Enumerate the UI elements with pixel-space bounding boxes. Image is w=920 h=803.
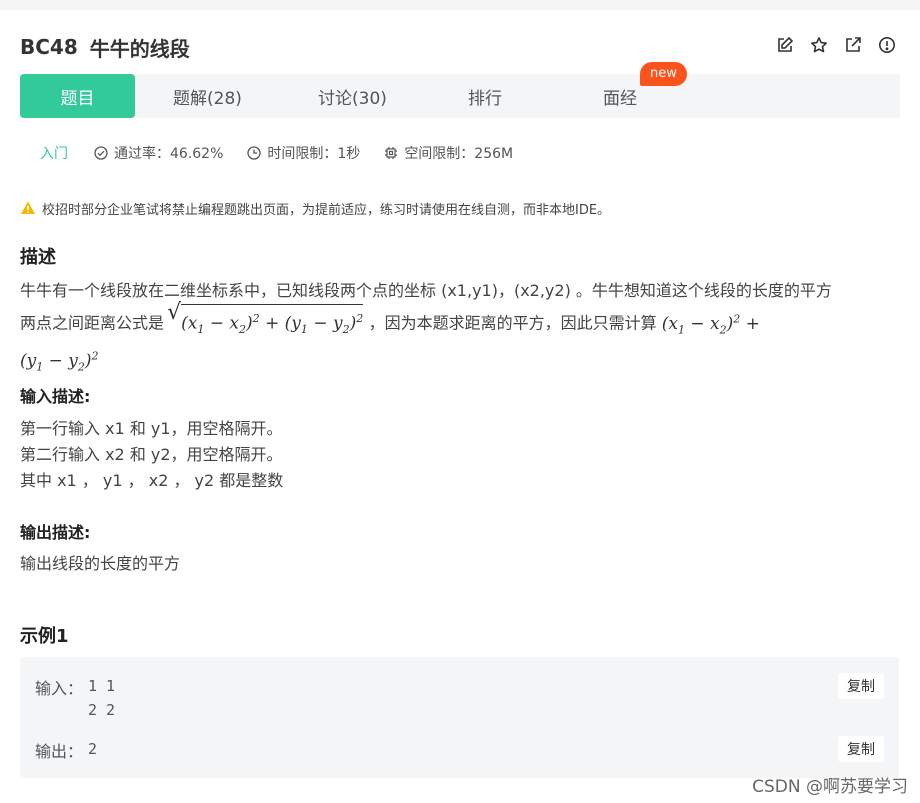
space-limit-text: 空间限制：256M: [404, 146, 514, 162]
space-limit: 空间限制：256M: [384, 143, 513, 163]
example-output-value: 2: [88, 740, 98, 758]
problem-code: BC48: [20, 35, 78, 59]
input-desc-body: 第一行输入 x1 和 y1，用空格隔开。 第二行输入 x2 和 y2，用空格隔开…: [20, 416, 900, 494]
description-body: 牛牛有一个线段放在二维坐标系中，已知线段两个点的坐标 (x1,y1)，(x2,y…: [20, 278, 900, 380]
description-line-2-mid: ，因为本题求距离的平方，因此只需计算: [368, 313, 657, 333]
check-circle-icon: [94, 146, 108, 160]
description-line-3: (y1 − y2)2: [20, 343, 900, 380]
time-limit: 时间限制：1秒: [247, 143, 360, 163]
problem-tabs: 题目 题解(28) 讨论(30) 排行 面经 new: [20, 62, 900, 118]
example-input-label: 输入：: [35, 679, 84, 698]
warning-notice: 校招时部分企业笔试将禁止编程题跳出页面，为提前适应，练习时请使用在线自测，而非本…: [20, 198, 610, 218]
input-desc-heading: 输入描述:: [20, 387, 91, 406]
time-limit-text: 时间限制：1秒: [267, 146, 361, 162]
tab-problem[interactable]: 题目: [20, 74, 135, 118]
description-line-1: 牛牛有一个线段放在二维坐标系中，已知线段两个点的坐标 (x1,y1)，(x2,y…: [20, 281, 832, 300]
squared-formula-part-2: (y1 − y2)2: [20, 349, 99, 374]
distance-formula: (x1 − x2)2 + (y1 − y2)2: [167, 300, 369, 336]
example-output-label: 输出：: [35, 742, 84, 761]
output-desc-body: 输出线段的长度的平方: [20, 554, 181, 573]
copy-input-button[interactable]: 复制: [838, 673, 884, 699]
pass-rate-text: 通过率：46.62%: [114, 146, 224, 162]
chip-icon: [385, 147, 398, 159]
share-icon[interactable]: [844, 36, 862, 54]
problem-meta: 入门 通过率：46.62% 时间限制：1秒 空间限制：256M: [40, 143, 537, 163]
copy-output-button[interactable]: 复制: [838, 736, 884, 762]
description-heading: 描述: [20, 247, 56, 268]
input-desc-line: 第二行输入 x2 和 y2，用空格隔开。: [20, 445, 283, 464]
example-heading: 示例1: [20, 626, 69, 647]
clock-icon: [247, 146, 262, 160]
star-icon[interactable]: [810, 36, 828, 54]
description-line-2: 两点之间距离公式是 (x1 − x2)2 + (y1 − y2)2 ，因为本题求…: [20, 300, 900, 343]
pass-rate: 通过率：46.62%: [94, 143, 223, 163]
output-desc-heading: 输出描述:: [20, 523, 91, 542]
description-line-2-prefix: 两点之间距离公式是: [20, 313, 165, 333]
warning-text: 校招时部分企业笔试将禁止编程题跳出页面，为提前适应，练习时请使用在线自测，而非本…: [42, 202, 611, 218]
problem-toolbar: [776, 36, 896, 54]
squared-formula-part-1: (x1 − x2)2 +: [661, 312, 760, 337]
watermark: CSDN @啊苏要学习: [752, 777, 908, 797]
difficulty-level: 入门: [40, 146, 68, 162]
new-badge: new: [640, 62, 687, 86]
problem-title-row: BC48 牛牛的线段: [20, 32, 190, 62]
tab-solutions[interactable]: 题解(28): [135, 74, 280, 118]
problem-title: 牛牛的线段: [89, 36, 190, 61]
report-icon[interactable]: [878, 36, 896, 54]
tab-ranking[interactable]: 排行: [430, 74, 540, 118]
warning-icon: [21, 201, 35, 214]
input-desc-line: 第一行输入 x1 和 y1，用空格隔开。: [20, 419, 283, 438]
edit-icon[interactable]: [776, 36, 794, 54]
example-input-value: 1 1 2 2: [88, 677, 116, 719]
example-box: 输入： 1 1 2 2 复制 输出： 2 复制: [20, 657, 899, 778]
input-desc-line: 其中 x1 ， y1 ， x2 ， y2 都是整数: [20, 471, 284, 490]
tab-discussion[interactable]: 讨论(30): [295, 74, 410, 118]
